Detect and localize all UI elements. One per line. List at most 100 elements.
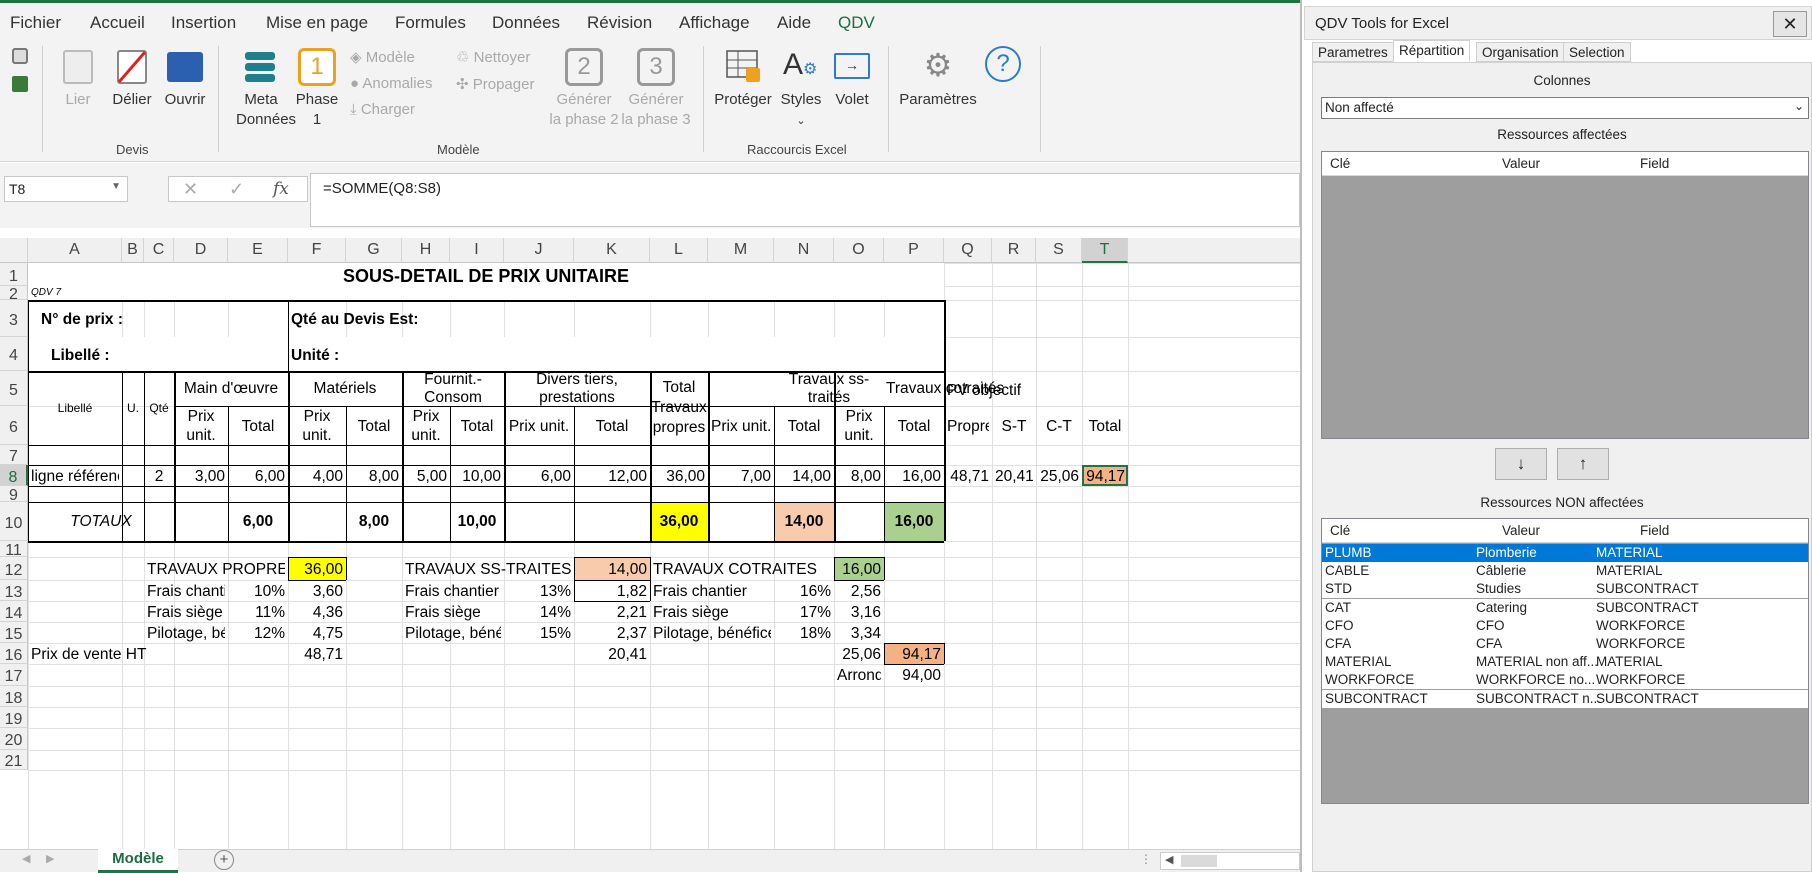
menu-fichier[interactable]: Fichier: [10, 13, 61, 33]
cell-l8[interactable]: 36,00: [653, 465, 705, 486]
menu-qdv[interactable]: QDV: [838, 13, 875, 33]
next-sheet-icon[interactable]: ▶: [46, 852, 54, 865]
header-field[interactable]: Field: [1640, 523, 1669, 538]
cell-m8[interactable]: 7,00: [711, 465, 771, 486]
menu-formules[interactable]: Formules: [395, 13, 466, 33]
resource-row[interactable]: MATERIAL MATERIAL non aff... MATERIAL: [1322, 653, 1808, 672]
cell-ct-fs-value[interactable]: 3,16: [837, 601, 881, 622]
move-down-button[interactable]: ↓: [1495, 448, 1547, 480]
resource-row[interactable]: CAT Catering SUBCONTRACT: [1322, 598, 1808, 617]
cell-tp-pb-pct[interactable]: 12%: [231, 622, 285, 643]
anomalies-button[interactable]: ● Anomalies: [350, 75, 432, 92]
cell-r8[interactable]: 20,41: [995, 465, 1033, 486]
cell-k8[interactable]: 12,00: [577, 465, 647, 486]
cell-p17-arrondi[interactable]: 94,00: [887, 664, 941, 686]
cell-f8[interactable]: 4,00: [291, 465, 343, 486]
header-cle[interactable]: Clé: [1330, 523, 1350, 538]
cell-n8[interactable]: 14,00: [777, 465, 831, 486]
cell-ct-pb-value[interactable]: 3,34: [837, 622, 881, 643]
proteger-button[interactable]: Protéger: [712, 90, 774, 110]
colonnes-dropdown[interactable]: Non affecté ⌄: [1321, 97, 1809, 119]
phase1-button[interactable]: Phase 1: [292, 90, 342, 130]
cell-a8-libelle[interactable]: ligne référence: [31, 465, 119, 486]
horizontal-scrollbar[interactable]: ◀: [1160, 852, 1300, 870]
menu-mise-en-page[interactable]: Mise en page: [266, 13, 368, 33]
assigned-resources-list[interactable]: Clé Valeur Field: [1321, 151, 1809, 439]
menu-aide[interactable]: Aide: [777, 13, 811, 33]
sheet-tab-modele[interactable]: Modèle: [98, 849, 178, 873]
scrollbar-thumb[interactable]: [1181, 855, 1217, 867]
menu-affichage[interactable]: Affichage: [679, 13, 750, 33]
menu-accueil[interactable]: Accueil: [90, 13, 145, 33]
cell-st-pb-pct[interactable]: 15%: [507, 622, 571, 643]
move-up-button[interactable]: ↑: [1557, 448, 1609, 480]
cell-o8[interactable]: 8,00: [837, 465, 881, 486]
confirm-icon[interactable]: ✓: [229, 179, 244, 200]
resource-row[interactable]: SUBCONTRACT SUBCONTRACT n... SUBCONTRACT: [1322, 689, 1808, 708]
tab-parametres[interactable]: Parametres: [1312, 42, 1394, 62]
parametres-button[interactable]: Paramètres: [898, 90, 978, 110]
tab-organisation[interactable]: Organisation: [1476, 42, 1565, 62]
ouvrir-button[interactable]: Ouvrir: [160, 90, 210, 110]
help-icon[interactable]: ?: [985, 46, 1021, 82]
nettoyer-button[interactable]: ♲ Nettoyer: [456, 48, 530, 66]
propager-button[interactable]: ✣ Propager: [456, 75, 534, 93]
header-field[interactable]: Field: [1640, 156, 1669, 171]
cell-st-pv[interactable]: 20,41: [577, 643, 647, 664]
robot-icon[interactable]: [12, 76, 28, 92]
scroll-left-icon[interactable]: ◀: [1165, 853, 1173, 866]
header-cle[interactable]: Clé: [1330, 156, 1350, 171]
lier-button[interactable]: Lier: [58, 90, 98, 110]
name-box[interactable]: T8 ▼: [4, 176, 128, 202]
unassigned-resources-list[interactable]: Clé Valeur Field PLUMB Plomberie MATERIAL C…: [1321, 518, 1809, 804]
cell-tp-pv[interactable]: 48,71: [291, 643, 343, 664]
cell-j8[interactable]: 6,00: [507, 465, 571, 486]
chevron-down-icon[interactable]: ▼: [111, 181, 121, 192]
modele-small-button[interactable]: ◈ Modèle: [350, 48, 415, 66]
resource-row[interactable]: STD Studies SUBCONTRACT: [1322, 580, 1808, 599]
menu-revision[interactable]: Révision: [587, 13, 652, 33]
cell-st-fs-value[interactable]: 2,21: [577, 601, 647, 622]
cell-g8[interactable]: 8,00: [349, 465, 399, 486]
fx-icon[interactable]: fx: [273, 179, 289, 199]
cell-i8[interactable]: 10,00: [453, 465, 501, 486]
cell-p16-total[interactable]: 94,17: [887, 643, 941, 664]
resource-row[interactable]: CFA CFA WORKFORCE: [1322, 635, 1808, 653]
cell-st-pb-value[interactable]: 2,37: [577, 622, 647, 643]
resource-row[interactable]: WORKFORCE WORKFORCE no... WORKFORCE: [1322, 671, 1808, 690]
cell-ct-pb-pct[interactable]: 18%: [777, 622, 831, 643]
cell-tp-value[interactable]: 36,00: [291, 557, 343, 580]
cell-tp-fs-pct[interactable]: 11%: [231, 601, 285, 622]
cell-st-fc-value[interactable]: 1,82: [577, 580, 647, 601]
prev-sheet-icon[interactable]: ◀: [22, 852, 30, 865]
tab-selection[interactable]: Selection: [1563, 42, 1631, 62]
cell-h8[interactable]: 5,00: [405, 465, 447, 486]
meta-donnees-button[interactable]: Meta Données: [236, 90, 296, 130]
generer-phase2-button[interactable]: Générer la phase 2: [548, 90, 620, 130]
cell-tp-pb-value[interactable]: 4,75: [291, 622, 343, 643]
charger-button[interactable]: ⤓ Charger: [350, 101, 415, 118]
cell-tp-fs-value[interactable]: 4,36: [291, 601, 343, 622]
cube-icon[interactable]: [12, 48, 28, 64]
formula-input[interactable]: =SOMME(Q8:S8): [310, 173, 1300, 227]
cell-ct-value[interactable]: 16,00: [837, 557, 881, 580]
delier-button[interactable]: Délier: [108, 90, 156, 110]
cell-s8[interactable]: 25,06: [1039, 465, 1079, 486]
header-valeur[interactable]: Valeur: [1502, 156, 1540, 171]
cell-q8[interactable]: 48,71: [947, 465, 989, 486]
cell-p10-total[interactable]: 16,00: [887, 502, 941, 541]
header-valeur[interactable]: Valeur: [1502, 523, 1540, 538]
cell-l10-total[interactable]: 36,00: [653, 502, 705, 541]
cancel-icon[interactable]: ✕: [183, 179, 198, 200]
cell-ct-fc-pct[interactable]: 16%: [777, 580, 831, 601]
resource-row[interactable]: CABLE Câblerie MATERIAL: [1322, 562, 1808, 581]
cell-g10-total[interactable]: 8,00: [349, 502, 399, 541]
cell-d8[interactable]: 3,00: [177, 465, 225, 486]
volet-button[interactable]: Volet: [827, 90, 877, 110]
cell-ct-pv[interactable]: 25,06: [837, 643, 881, 664]
generer-phase3-button[interactable]: Générer la phase 3: [620, 90, 692, 130]
cell-ct-fc-value[interactable]: 2,56: [837, 580, 881, 601]
cell-e10-total[interactable]: 6,00: [231, 502, 285, 541]
cell-c8[interactable]: 2: [147, 465, 171, 486]
cell-ct-fs-pct[interactable]: 17%: [777, 601, 831, 622]
